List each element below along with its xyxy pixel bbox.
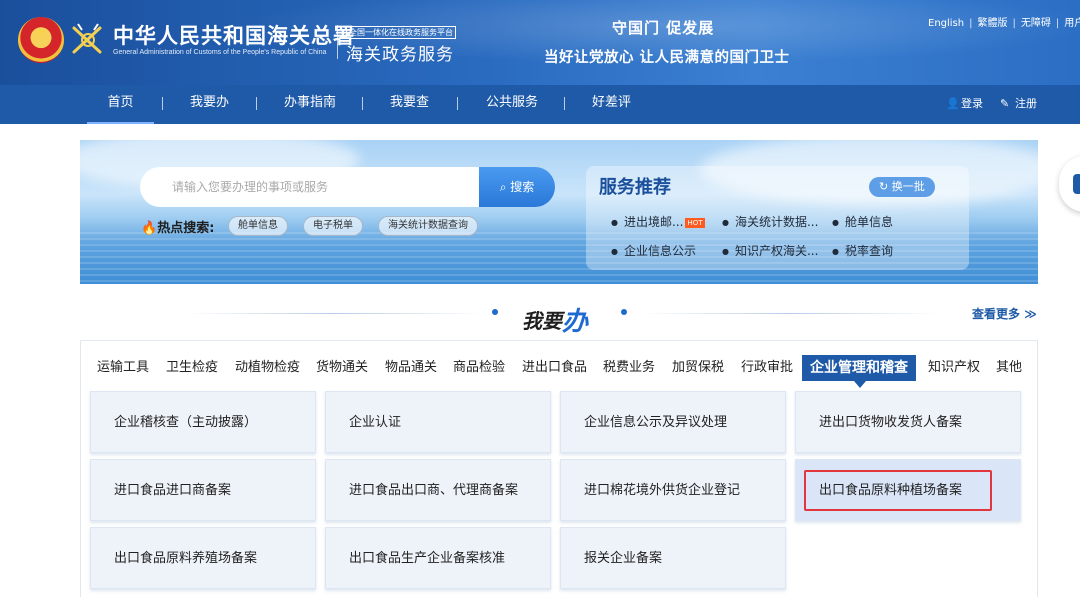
nav-separator — [162, 97, 163, 110]
category-tab[interactable]: 行政审批 — [741, 357, 793, 379]
category-tab[interactable]: 其他 — [996, 357, 1022, 379]
section-dot — [621, 309, 627, 315]
category-tab[interactable]: 运输工具 — [97, 357, 149, 379]
nav-separator — [564, 97, 565, 110]
top-link-separator: | — [1055, 18, 1060, 29]
register-link[interactable]: ✎ 注册 — [1000, 85, 1037, 124]
register-label: 注册 — [1015, 97, 1037, 110]
recommend-title: 服务推荐 — [599, 177, 671, 198]
edit-icon: ✎ — [1000, 97, 1010, 110]
hot-search-label: 🔥热点搜索: — [141, 217, 214, 236]
service-card[interactable]: 出口食品原料养殖场备案 — [90, 527, 316, 589]
category-tab[interactable]: 进出口食品 — [522, 357, 587, 379]
refresh-label: 换一批 — [891, 180, 925, 193]
service-card[interactable]: 企业稽核查（主动披露） — [90, 391, 316, 453]
service-card[interactable]: 进出口货物收发货人备案 — [795, 391, 1021, 453]
section-title: 我要办 — [522, 299, 589, 337]
top-link-separator: | — [969, 18, 973, 29]
view-more-link[interactable]: 查看更多 ≫ — [972, 305, 1037, 322]
link-traditional[interactable]: 繁體版 — [977, 14, 1007, 29]
link-accessibility[interactable]: 无障碍 — [1021, 14, 1051, 29]
refresh-icon: ↻ — [879, 180, 889, 193]
top-links: English | 繁體版 | 无障碍 | 用户 — [928, 14, 1080, 29]
recommend-item[interactable]: 舱单信息 — [832, 213, 893, 230]
login-label: 登录 — [961, 97, 983, 110]
service-card[interactable]: 进口棉花境外供货企业登记 — [560, 459, 786, 521]
service-card[interactable]: 企业信息公示及异议处理 — [560, 391, 786, 453]
service-card[interactable]: 进口食品出口商、代理商备案 — [325, 459, 551, 521]
user-icon: 👤 — [946, 97, 960, 110]
side-float-button[interactable] — [1059, 156, 1080, 212]
login-link[interactable]: 👤登录 — [946, 85, 983, 124]
search-button-label: 搜索 — [510, 180, 535, 194]
recommend-item[interactable]: 进出境邮...HOT — [611, 213, 705, 230]
category-tab-active[interactable]: 企业管理和稽查 — [802, 355, 916, 381]
hot-badge: HOT — [685, 218, 705, 228]
recommend-item[interactable]: 海关统计数据... — [722, 213, 818, 230]
section-title-prefix: 我要 — [522, 309, 562, 333]
hot-tag[interactable]: 舱单信息 — [228, 216, 288, 236]
selection-highlight-box — [804, 470, 992, 511]
hot-tag[interactable]: 海关统计数据查询 — [378, 216, 478, 236]
nav-item-home[interactable]: 首页 — [87, 85, 154, 124]
link-user[interactable]: 用户 — [1064, 14, 1080, 29]
category-tab[interactable]: 知识产权 — [928, 357, 980, 379]
nav-item-rating[interactable]: 好差评 — [592, 85, 631, 124]
nav-item-query[interactable]: 我要查 — [390, 85, 429, 124]
recommend-item-label: 进出境邮... — [623, 215, 684, 229]
category-tab[interactable]: 税费业务 — [603, 357, 655, 379]
platform-tag: 全国一体化在线政务服务平台 — [346, 26, 456, 39]
category-tab[interactable]: 货物通关 — [316, 357, 368, 379]
nav-item-todo[interactable]: 我要办 — [190, 85, 229, 124]
header-divider — [337, 25, 338, 59]
service-card[interactable]: 报关企业备案 — [560, 527, 786, 589]
active-tab-arrow — [854, 381, 866, 388]
nav-item-guide[interactable]: 办事指南 — [284, 85, 336, 124]
category-tab[interactable]: 卫生检疫 — [166, 357, 218, 379]
link-english[interactable]: English — [928, 18, 964, 29]
nav-separator — [362, 97, 363, 110]
recommend-item[interactable]: 企业信息公示 — [611, 242, 696, 259]
section-line-left — [185, 313, 485, 314]
search-button[interactable]: ⌕ 搜索 — [479, 167, 555, 207]
service-card[interactable]: 出口食品生产企业备案核准 — [325, 527, 551, 589]
category-tab[interactable]: 加贸保税 — [672, 357, 724, 379]
nav-separator — [457, 97, 458, 110]
national-emblem-icon — [18, 17, 64, 63]
category-tab[interactable]: 动植物检疫 — [235, 357, 300, 379]
platform-name: 海关政务服务 — [346, 45, 454, 65]
org-subtitle: General Administration of Customs of the… — [113, 49, 327, 56]
section-line-right — [640, 313, 940, 314]
fire-icon: 🔥 — [141, 221, 158, 236]
category-tab[interactable]: 商品检验 — [453, 357, 505, 379]
org-title: 中华人民共和国海关总署 — [113, 23, 355, 48]
search-input[interactable]: 请输入您要办理的事项或服务 — [140, 167, 480, 207]
top-link-separator: | — [1012, 18, 1016, 29]
category-tab[interactable]: 物品通关 — [385, 357, 437, 379]
section-title-big: 办 — [562, 307, 589, 337]
nav-separator — [256, 97, 257, 110]
hot-search-text: 热点搜索: — [157, 221, 215, 236]
nav-item-public-service[interactable]: 公共服务 — [486, 85, 538, 124]
recommend-item[interactable]: 知识产权海关... — [722, 242, 818, 259]
slogan-line-2: 当好让党放心 让人民满意的国门卫士 — [544, 49, 790, 66]
service-card[interactable]: 企业认证 — [325, 391, 551, 453]
customs-logo-icon — [72, 23, 102, 54]
recommend-item[interactable]: 税率查询 — [832, 242, 893, 259]
service-card[interactable]: 进口食品进口商备案 — [90, 459, 316, 521]
slogan-line-1: 守国门 促发展 — [612, 19, 715, 37]
section-dot — [492, 309, 498, 315]
refresh-button[interactable]: ↻ 换一批 — [869, 177, 935, 197]
hot-tag[interactable]: 电子税单 — [303, 216, 363, 236]
search-icon: ⌕ — [499, 180, 507, 194]
